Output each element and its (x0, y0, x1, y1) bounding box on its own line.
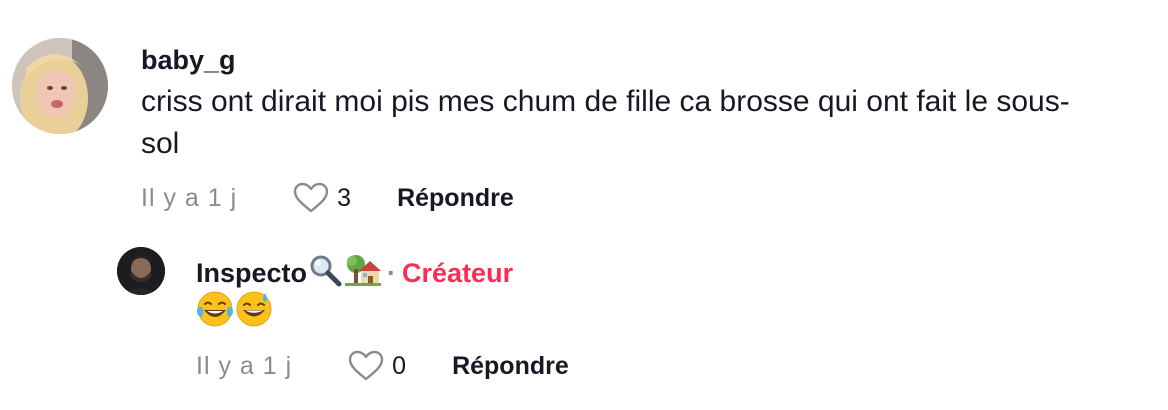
house-tree-icon (345, 253, 382, 294)
comments-thread: baby_g criss ont dirait moi pis mes chum… (0, 0, 1168, 410)
comment-meta: Il y a 1 j 3 Répondre (141, 182, 514, 214)
reply-reply-button[interactable]: Répondre (452, 352, 569, 381)
comment-timestamp: Il y a 1 j (141, 183, 238, 212)
like-count: 3 (337, 183, 352, 212)
reply-like-button[interactable]: 0 (348, 350, 406, 382)
comment-username[interactable]: baby_g (141, 45, 236, 76)
avatar[interactable] (12, 38, 108, 134)
like-button[interactable]: 3 (293, 182, 351, 214)
heart-icon (348, 350, 384, 381)
avatar-photo (117, 247, 165, 295)
separator-dot: · (387, 258, 397, 288)
reply-button[interactable]: Répondre (397, 184, 514, 213)
reply-text (196, 290, 273, 333)
heart-icon (293, 182, 329, 213)
reply-username[interactable]: Inspecto (196, 258, 307, 289)
comment-text: criss ont dirait moi pis mes chum de fil… (141, 85, 1070, 160)
reply-timestamp: Il y a 1 j (196, 351, 293, 380)
avatar-photo (12, 38, 108, 134)
creator-badge: Créateur (402, 258, 514, 288)
reply-like-count: 0 (392, 351, 407, 380)
reply-avatar[interactable] (117, 247, 165, 295)
grinning-sweat-emoji (235, 290, 273, 333)
magnifier-icon (308, 253, 342, 294)
reply-header: Inspecto · Créateur (196, 253, 513, 294)
laughing-tears-emoji (196, 290, 234, 333)
reply-meta: Il y a 1 j 0 Répondre (196, 350, 569, 382)
